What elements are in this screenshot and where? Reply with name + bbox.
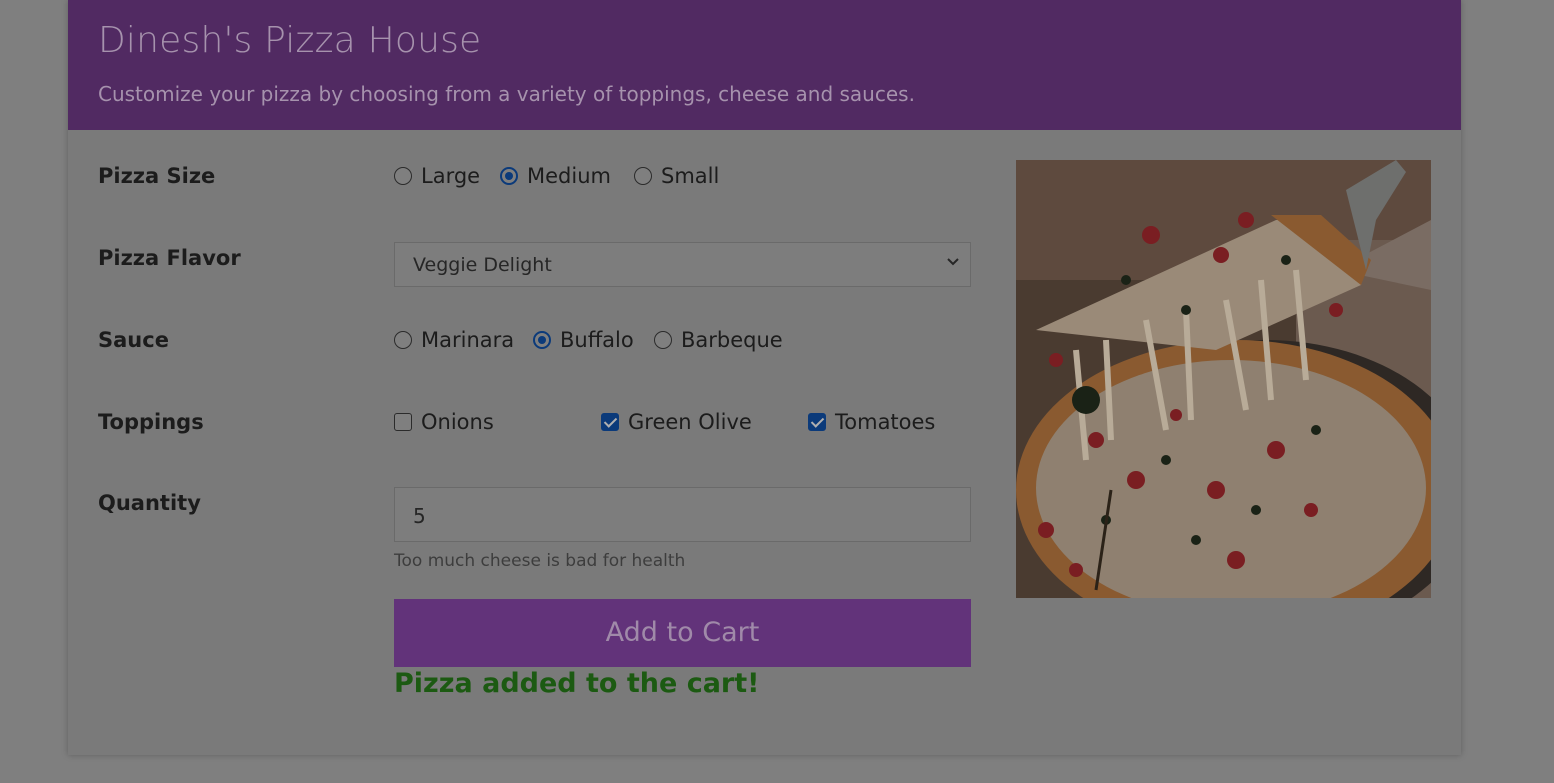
topping-green-olive-checkbox[interactable] <box>601 413 619 431</box>
sauce-option-barbeque[interactable]: Barbeque <box>654 328 783 352</box>
chevron-down-icon <box>946 252 960 277</box>
add-to-cart-button[interactable]: Add to Cart <box>394 599 971 667</box>
page-header: Dinesh's Pizza House Customize your pizz… <box>68 0 1461 130</box>
topping-option-green-olive[interactable]: Green Olive <box>601 410 752 434</box>
flavor-select[interactable]: Veggie Delight <box>394 242 971 287</box>
sauce-buffalo-radio[interactable] <box>533 331 551 349</box>
size-large-radio[interactable] <box>394 167 412 185</box>
topping-option-tomatoes[interactable]: Tomatoes <box>808 410 935 434</box>
toppings-label: Toppings <box>98 410 204 434</box>
sauce-barbeque-radio[interactable] <box>654 331 672 349</box>
page-title: Dinesh's Pizza House <box>98 20 482 61</box>
flavor-selected-value: Veggie Delight <box>413 254 552 276</box>
topping-option-onions[interactable]: Onions <box>394 410 494 434</box>
pizza-image <box>1016 160 1431 598</box>
page-subtitle: Customize your pizza by choosing from a … <box>98 82 915 106</box>
quantity-label: Quantity <box>98 491 201 515</box>
pizza-size-label: Pizza Size <box>98 164 216 188</box>
topping-onions-checkbox[interactable] <box>394 413 412 431</box>
size-medium-radio[interactable] <box>500 167 518 185</box>
topping-tomatoes-checkbox[interactable] <box>808 413 826 431</box>
size-option-small[interactable]: Small <box>634 164 719 188</box>
sauce-option-buffalo[interactable]: Buffalo <box>533 328 634 352</box>
sauce-marinara-radio[interactable] <box>394 331 412 349</box>
size-small-radio[interactable] <box>634 167 652 185</box>
size-option-medium[interactable]: Medium <box>500 164 611 188</box>
sauce-label: Sauce <box>98 328 169 352</box>
pizza-flavor-label: Pizza Flavor <box>98 246 241 270</box>
sauce-option-marinara[interactable]: Marinara <box>394 328 514 352</box>
cart-success-message: Pizza added to the cart! <box>394 668 760 699</box>
quantity-input[interactable]: 5 <box>394 487 971 542</box>
pizza-order-card: Dinesh's Pizza House Customize your pizz… <box>68 0 1461 755</box>
quantity-hint: Too much cheese is bad for health <box>394 551 686 571</box>
size-option-large[interactable]: Large <box>394 164 480 188</box>
